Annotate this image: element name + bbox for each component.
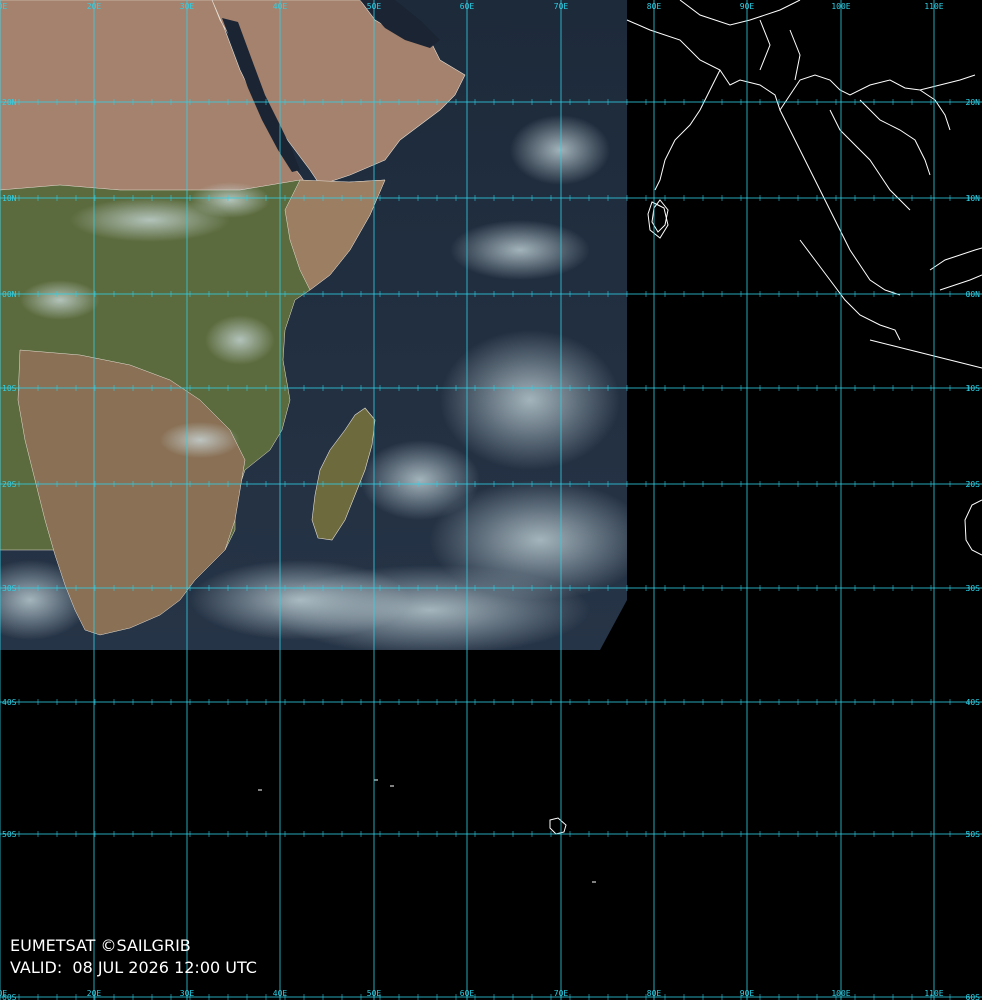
latitude-label-right: 50S [966,830,981,839]
crozet-islands [258,779,596,883]
latitude-label-left: 20N [2,98,17,107]
longitude-label-top: 110E [924,2,943,11]
latitude-label-right: 40S [966,698,981,707]
longitude-label-bottom: 80E [647,989,662,998]
latitude-label-left: 40S [2,698,17,707]
latitude-label-right: 30S [966,584,981,593]
latitude-label-right: 20N [966,98,981,107]
longitude-label-bottom: 100E [831,989,850,998]
latitude-label-left: 10N [2,194,17,203]
longitude-label-top: 100E [831,2,850,11]
india-coastline [626,19,976,233]
india-borders [679,0,801,81]
latitude-label-right: 20S [966,480,981,489]
longitude-label-top: 20E [87,2,102,11]
longitude-label-bottom: 20E [87,989,102,998]
longitude-label-bottom: 50E [367,989,382,998]
longitude-label-top: 30E [180,2,195,11]
latitude-label-right: 00N [966,290,981,299]
longitude-label-top: 80E [647,2,662,11]
latitude-label-right: 10S [966,384,981,393]
longitude-label-top: 10E [0,2,7,11]
satellite-imagery [0,0,627,650]
longitude-label-top: 50E [367,2,382,11]
longitude-label-bottom: 60E [460,989,475,998]
satellite-map: 10E10E20E20E30E30E40E40E50E50E60E60E70E7… [0,0,982,1000]
latitude-label-right: 60S [966,993,981,1000]
longitude-label-bottom: 70E [554,989,569,998]
longitude-label-bottom: 110E [924,989,943,998]
longitude-label-bottom: 30E [180,989,195,998]
longitude-label-top: 70E [554,2,569,11]
longitude-label-bottom: 40E [273,989,288,998]
latitude-label-left: 50S [2,830,17,839]
longitude-label-bottom: 90E [740,989,755,998]
latitude-label-right: 10N [966,194,981,203]
map-canvas: 10E10E20E20E30E30E40E40E50E50E60E60E70E7… [0,0,982,1000]
longitude-label-top: 90E [740,2,755,11]
longitude-label-top: 60E [460,2,475,11]
latitude-label-left: 10S [2,384,17,393]
southeast-asia-coastline [779,89,951,296]
australia-west-coast [964,499,982,556]
kerguelen-island [549,817,567,835]
credit-label: EUMETSAT ©SAILGRIB [10,936,191,955]
latitude-label-left: 60S [2,993,17,1000]
latitude-label-left: 30S [2,584,17,593]
valid-time-label: VALID: 08 JUL 2026 12:00 UTC [10,958,257,977]
latitude-label-left: 20S [2,480,17,489]
longitude-label-top: 40E [273,2,288,11]
java-borneo-coastline [869,247,982,369]
latitude-label-left: 00N [2,290,17,299]
